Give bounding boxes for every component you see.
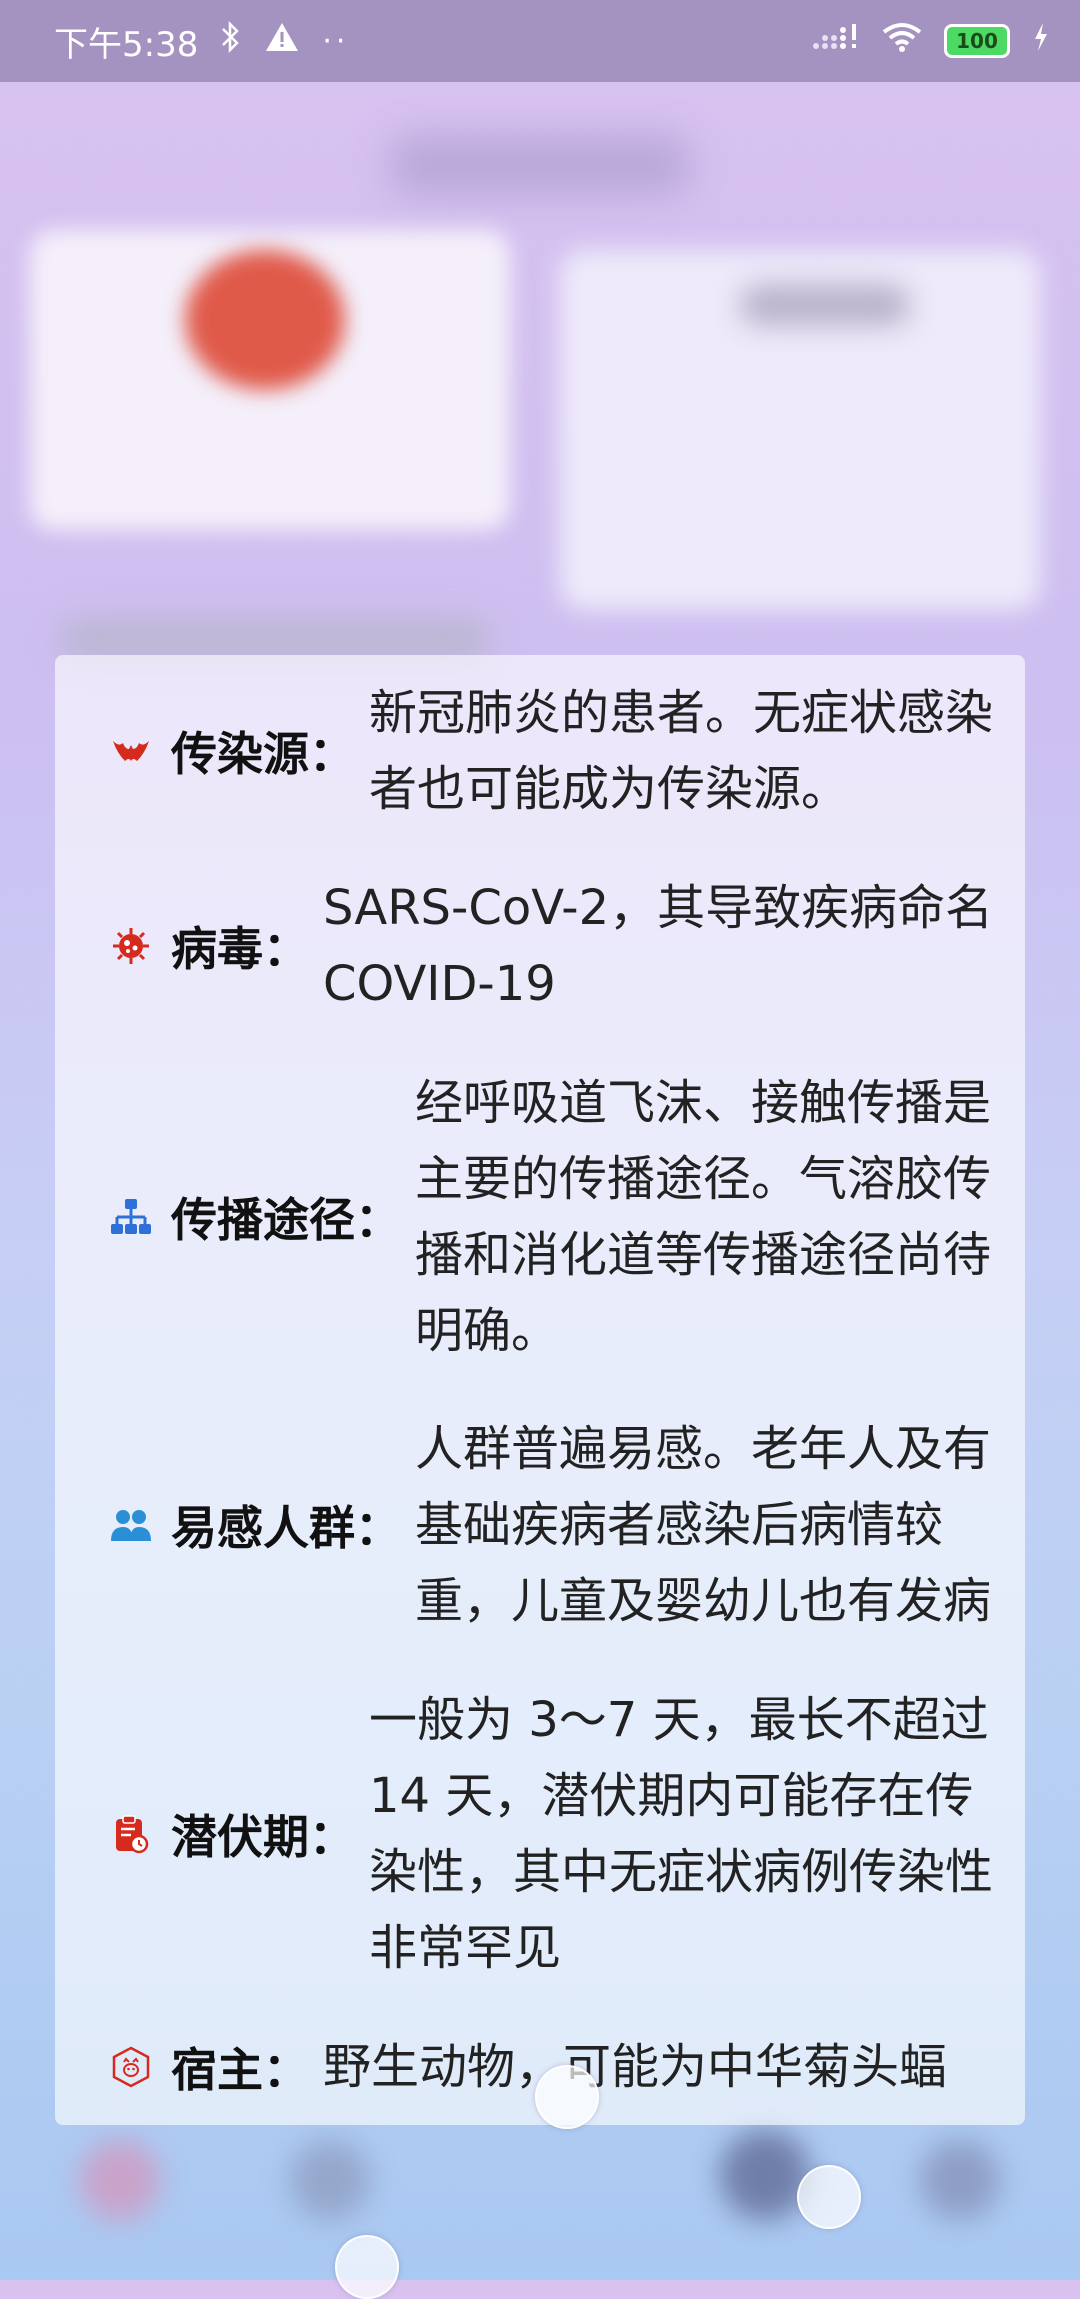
- wifi-icon: [882, 21, 922, 61]
- status-right: 100: [812, 21, 1050, 61]
- clipboard-clock-icon: [105, 1808, 157, 1860]
- bluetooth-icon: [220, 20, 242, 63]
- info-text: 一般为 3～7 天，最长不超过 14 天，潜伏期内可能存在传染性，其中无症状病例…: [369, 1692, 994, 1977]
- info-text: 新冠肺炎的患者。无症状感染者也可能成为传染源。: [369, 685, 994, 817]
- background-title-blur: [390, 135, 690, 195]
- info-row-susceptible: 易感人群： 人群普遍易感。老年人及有基础疾病者感染后病情较重，儿童及婴幼儿也有发…: [105, 1411, 995, 1639]
- more-notifications-icon: ··: [322, 23, 350, 59]
- charging-icon: [1032, 21, 1050, 61]
- info-text: 人群普遍易感。老年人及有基础疾病者感染后病情较重，儿童及婴幼儿也有发病: [415, 1421, 992, 1630]
- status-bar: 下午5:38 ·· 100: [0, 0, 1080, 82]
- bat-icon: [105, 725, 157, 777]
- info-label: 传播途径：: [171, 1192, 401, 1247]
- info-text: 野生动物，可能为中华菊头蝠: [323, 2038, 948, 2095]
- touch-indicator: [797, 2165, 861, 2229]
- touch-indicator: [535, 2065, 599, 2129]
- host-icon: [105, 2041, 157, 2093]
- battery-icon: 100: [944, 24, 1010, 58]
- background-text-blur: [740, 285, 910, 325]
- info-text: SARS-CoV-2，其导致疾病命名 COVID-19: [323, 879, 994, 1012]
- background-nav-icon-blur: [720, 2130, 810, 2220]
- touch-indicator: [335, 2235, 399, 2299]
- info-label: 潜伏期：: [171, 1810, 355, 1865]
- status-time: 下午5:38: [54, 24, 199, 65]
- info-label: 宿主：: [171, 2042, 309, 2097]
- info-label: 传染源：: [171, 727, 355, 781]
- warning-icon: [264, 21, 300, 62]
- signal-icon: [812, 21, 860, 61]
- info-row-incubation: 潜伏期： 一般为 3～7 天，最长不超过 14 天，潜伏期内可能存在传染性，其中…: [105, 1682, 995, 1986]
- network-icon: [105, 1191, 157, 1243]
- info-text: 经呼吸道飞沫、接触传播是主要的传播途径。气溶胶传播和消化道等传播途径尚待明确。: [415, 1074, 992, 1359]
- virus-icon: [105, 920, 157, 972]
- info-label: 易感人群：: [171, 1501, 401, 1556]
- background-nav-icon-blur: [290, 2140, 370, 2220]
- background-text-blur: [60, 620, 490, 660]
- status-left: 下午5:38 ··: [54, 17, 349, 66]
- info-row-virus: 病毒： SARS-CoV-2，其导致疾病命名 COVID-19: [105, 870, 995, 1022]
- background-nav-icon-blur: [80, 2140, 160, 2220]
- info-label: 病毒：: [171, 921, 309, 976]
- info-row-transmission: 传播途径： 经呼吸道飞沫、接触传播是主要的传播途径。气溶胶传播和消化道等传播途径…: [105, 1065, 995, 1369]
- background-nav-icon-blur: [920, 2140, 1000, 2220]
- background-virus-image-blur: [185, 250, 345, 390]
- people-icon: [105, 1499, 157, 1551]
- info-row-source: 传染源： 新冠肺炎的患者。无症状感染者也可能成为传染源。: [105, 675, 995, 827]
- epidemic-info-card[interactable]: 传染源： 新冠肺炎的患者。无症状感染者也可能成为传染源。 病毒： SARS-Co…: [55, 655, 1025, 2125]
